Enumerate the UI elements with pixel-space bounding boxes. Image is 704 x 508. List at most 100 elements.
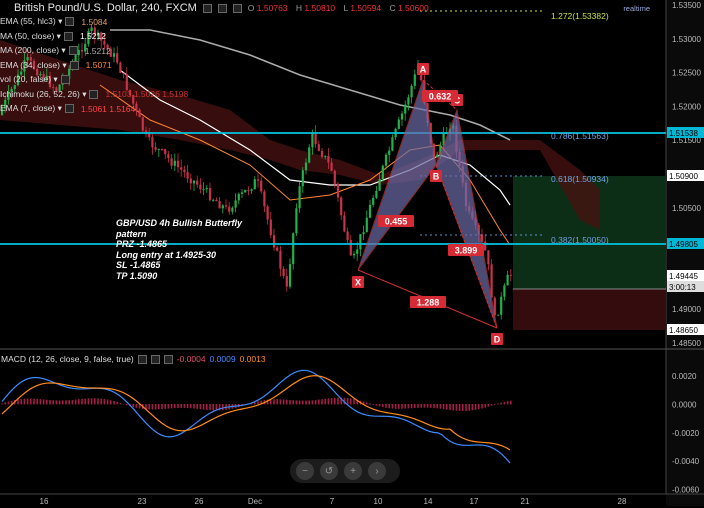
candle-body (237, 193, 240, 201)
pattern-point-x: X (355, 278, 361, 288)
eye-icon[interactable] (150, 354, 160, 364)
macd-histogram-bar (398, 404, 400, 409)
indicator-legend-row[interactable]: vol (20, false) ▾ (0, 74, 77, 85)
indicator-name[interactable]: EMA (7, close) ▾ (0, 103, 62, 114)
indicator-name[interactable]: MA (50, close) ▾ (0, 31, 61, 42)
candle-body (400, 113, 404, 120)
macd-histogram-bar (276, 399, 278, 405)
macd-histogram-bar (305, 400, 307, 405)
indicator-name[interactable]: vol (20, false) ▾ (0, 74, 58, 85)
macd-histogram-bar (17, 399, 19, 405)
settings-icon[interactable] (68, 46, 78, 55)
macd-histogram-bar (30, 398, 32, 405)
zoom-in-button[interactable]: + (344, 462, 362, 480)
indicator-legend-row[interactable]: EMA (7, close) ▾ 1.5061 1.5164 (0, 103, 135, 114)
pattern-point-b: B (433, 172, 440, 182)
macd-histogram-bar (4, 402, 6, 405)
indicator-value: 1.5212 (79, 31, 106, 41)
candle-body (356, 249, 359, 254)
settings-icon[interactable] (137, 354, 147, 364)
macd-histogram-bar (46, 399, 48, 405)
macd-histogram-bar (132, 404, 134, 408)
settings-icon[interactable] (60, 75, 70, 84)
macd-histogram-bar (119, 402, 122, 405)
eye-icon[interactable] (217, 3, 227, 13)
macd-histogram-bar (167, 404, 170, 409)
macd-histogram-bar (442, 404, 445, 410)
macd-histogram-bar (378, 404, 381, 407)
indicator-legend-row[interactable]: EMA (55, hlc3) ▾ 1.5084 (0, 16, 107, 27)
macd-histogram-bar (289, 399, 291, 405)
indicator-legend-row[interactable]: EMA (34, close) ▾ 1.5071 (0, 60, 112, 71)
macd-histogram-bar (372, 404, 374, 405)
candle-body (327, 155, 330, 163)
zoom-out-button[interactable]: − (296, 462, 314, 480)
candle-body (413, 74, 416, 86)
time-tick-label: 16 (40, 497, 49, 506)
macd-histogram-bar (26, 398, 29, 405)
macd-histogram-bar (433, 404, 435, 409)
candle-body (349, 240, 352, 256)
settings-icon[interactable] (64, 104, 74, 113)
indicator-name[interactable]: Ichimoku (26, 52, 26) ▾ (0, 89, 86, 100)
indicator-value: 1.5071 (85, 60, 112, 70)
reset-zoom-button[interactable]: ↺ (320, 462, 338, 480)
macd-histogram-bar (302, 400, 304, 405)
symbol-title[interactable]: British Pound/U.S. Dollar, 240, FXCM (14, 2, 197, 14)
settings-icon[interactable] (69, 60, 79, 70)
candle-body (333, 170, 336, 184)
macd-histogram-bar (257, 401, 259, 405)
price-tag-label: 1.51538 (669, 129, 698, 138)
macd-histogram-bar (161, 404, 163, 410)
indicator-name[interactable]: EMA (34, close) ▾ (0, 60, 67, 71)
time-tick-label: 14 (424, 497, 433, 506)
indicator-name[interactable]: EMA (55, hlc3) ▾ (0, 16, 62, 27)
candle-body (292, 233, 295, 265)
candle-body (509, 274, 512, 276)
close-icon[interactable] (232, 3, 242, 13)
indicator-legend-row[interactable]: Ichimoku (26, 52, 26) ▾ 1.5103 1.5026 1.5… (0, 89, 188, 100)
macd-histogram-bar (324, 398, 326, 405)
candle-body (503, 285, 506, 297)
macd-histogram-bar (110, 400, 112, 405)
macd-histogram-bar (487, 404, 490, 407)
macd-histogram-bar (58, 400, 61, 405)
macd-histogram-bar (94, 398, 96, 405)
fib-level-label: 0.618(1.50934) (551, 174, 609, 184)
macd-histogram-bar (158, 404, 160, 410)
candle-body (212, 199, 215, 201)
price-tag-label: 1.50900 (669, 172, 698, 181)
macd-histogram-bar (394, 404, 397, 409)
candle-body (301, 170, 304, 187)
macd-value: 0.0013 (239, 354, 266, 364)
scroll-right-button[interactable]: › (368, 462, 386, 480)
chart-canvas[interactable]: 1.272(1.53382) 0.786(1.51563) 0.618(1.5093… (0, 0, 704, 506)
candle-body (253, 179, 256, 190)
indicator-name[interactable]: MA (200, close) ▾ (0, 45, 66, 56)
candle-body (202, 189, 205, 191)
macd-histogram-bar (439, 404, 442, 409)
macd-histogram-bar (148, 404, 150, 410)
price-tick-label: 1.49000 (672, 305, 701, 314)
macd-histogram-bar (494, 404, 496, 405)
candle-body (173, 160, 176, 166)
macd-histogram-bar (292, 400, 294, 405)
settings-icon[interactable] (89, 89, 99, 99)
macd-value: 0.0009 (209, 354, 236, 364)
macd-histogram-bar (106, 399, 109, 405)
settings-icon[interactable] (63, 31, 73, 41)
settings-icon[interactable] (65, 17, 75, 26)
indicator-legend-row[interactable]: MA (200, close) ▾ 1.5212 (0, 45, 111, 56)
indicator-legend-row[interactable]: MA (50, close) ▾ 1.5212 (0, 31, 106, 42)
candle-body (304, 162, 308, 171)
candle-body (324, 155, 327, 157)
close-icon[interactable] (163, 354, 173, 364)
settings-icon[interactable] (202, 3, 212, 13)
macd-histogram-bar (490, 404, 493, 406)
candle-body (288, 264, 292, 287)
macd-tick-label: 0.0020 (672, 372, 697, 381)
macd-histogram-bar (177, 404, 179, 408)
macd-histogram-bar (327, 398, 330, 405)
macd-title[interactable]: MACD (12, 26, close, 9, false, true) (1, 354, 134, 364)
candle-body (269, 219, 272, 236)
